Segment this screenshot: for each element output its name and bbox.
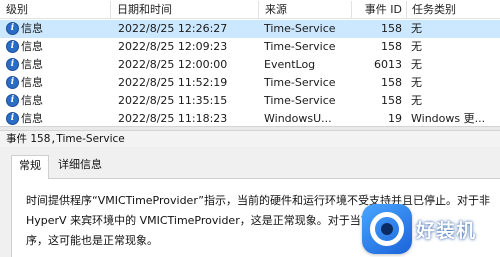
info-icon: i <box>6 75 19 89</box>
column-header-level[interactable]: 级别 <box>2 0 110 19</box>
event-id: 158 <box>381 76 402 89</box>
event-level-label: 信息 <box>21 94 43 107</box>
watermark-logo-icon <box>362 204 412 254</box>
event-level-label: 信息 <box>21 40 43 53</box>
event-level-label: 信息 <box>21 76 43 89</box>
event-level: i 信息 <box>6 20 106 38</box>
event-level: i 信息 <box>6 110 106 126</box>
event-source: Time-Service <box>264 76 336 89</box>
info-icon: i <box>6 93 19 107</box>
event-date: 2022/8/25 11:18:23 <box>118 112 228 125</box>
column-header-event-id[interactable]: 事件 ID <box>352 0 406 19</box>
event-task: Windows 更... <box>411 112 486 125</box>
tab-details[interactable]: 详细信息 <box>50 155 110 177</box>
event-level: i 信息 <box>6 56 106 74</box>
event-id: 6013 <box>374 58 402 71</box>
event-date: 2022/8/25 12:26:27 <box>118 22 228 35</box>
event-task: 无 <box>411 22 422 35</box>
event-id: 19 <box>388 112 402 125</box>
event-row[interactable]: i 信息 2022/8/25 11:35:15 Time-Service 158 … <box>0 92 500 110</box>
tab-general[interactable]: 常规 <box>11 155 49 179</box>
event-source: EventLog <box>264 58 316 71</box>
event-level-label: 信息 <box>21 112 43 125</box>
info-icon: i <box>6 39 19 53</box>
column-divider[interactable] <box>406 1 407 18</box>
event-detail-title: 事件 158,Time-Service <box>0 131 500 147</box>
column-header-source[interactable]: 来源 <box>261 0 351 19</box>
info-icon: i <box>6 21 19 35</box>
event-level-label: 信息 <box>21 58 43 71</box>
event-date: 2022/8/25 11:35:15 <box>118 94 228 107</box>
event-task: 无 <box>411 58 422 71</box>
event-task: 无 <box>411 40 422 53</box>
event-date: 2022/8/25 11:52:19 <box>118 76 228 89</box>
event-id: 158 <box>381 40 402 53</box>
event-id: 158 <box>381 22 402 35</box>
info-icon: i <box>6 111 19 125</box>
event-source: Time-Service <box>264 22 336 35</box>
event-level: i 信息 <box>6 38 106 56</box>
event-row[interactable]: i 信息 2022/8/25 11:18:23 WindowsU... 19 Wi… <box>0 110 500 126</box>
event-date: 2022/8/25 12:09:23 <box>118 40 228 53</box>
event-list: 级别 日期和时间 来源 事件 ID 任务类别 i 信息 2022/8/25 12:… <box>0 0 500 126</box>
column-divider[interactable] <box>110 1 111 18</box>
event-task: 无 <box>411 76 422 89</box>
event-source: Time-Service <box>264 94 336 107</box>
event-level-label: 信息 <box>21 22 43 35</box>
list-header: 级别 日期和时间 来源 事件 ID 任务类别 <box>0 0 500 19</box>
event-id: 158 <box>381 94 402 107</box>
event-row[interactable]: i 信息 2022/8/25 12:26:27 Time-Service 158 … <box>0 20 500 38</box>
event-level: i 信息 <box>6 92 106 110</box>
event-task: 无 <box>411 94 422 107</box>
event-source: Time-Service <box>264 40 336 53</box>
column-header-task[interactable]: 任务类别 <box>408 0 498 19</box>
event-row[interactable]: i 信息 2022/8/25 11:52:19 Time-Service 158 … <box>0 74 500 92</box>
event-date: 2022/8/25 12:00:00 <box>118 58 228 71</box>
event-detail-title-source: Time-Service <box>56 133 125 145</box>
column-divider[interactable] <box>258 1 259 18</box>
info-icon: i <box>6 57 19 71</box>
column-header-date[interactable]: 日期和时间 <box>113 0 258 19</box>
event-row[interactable]: i 信息 2022/8/25 12:00:00 EventLog 6013 无 <box>0 56 500 74</box>
event-source: WindowsU... <box>264 112 332 125</box>
event-row[interactable]: i 信息 2022/8/25 12:09:23 Time-Service 158 … <box>0 38 500 56</box>
event-detail-title-prefix: 事件 158 <box>6 133 51 145</box>
watermark: 好装机 <box>352 202 500 257</box>
event-level: i 信息 <box>6 74 106 92</box>
watermark-text: 好装机 <box>416 220 477 242</box>
